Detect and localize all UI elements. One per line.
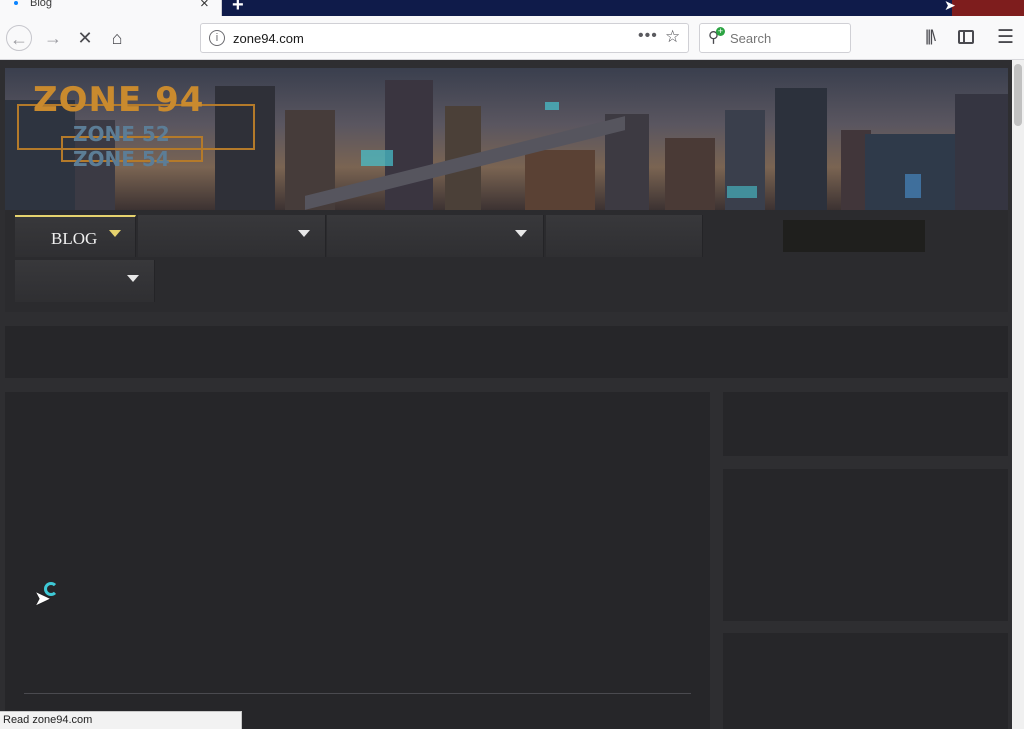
- sidebar-widget-3: [723, 633, 1008, 729]
- forward-button[interactable]: →: [40, 25, 66, 51]
- back-button[interactable]: ←: [6, 25, 32, 51]
- browser-tab[interactable]: Blog ×: [0, 0, 222, 16]
- new-tab-icon[interactable]: +: [232, 0, 244, 17]
- more-dots-icon[interactable]: •••: [638, 27, 658, 45]
- pointer-icon: ➤: [944, 0, 956, 13]
- menu-item-2[interactable]: [138, 215, 326, 257]
- hamburger-menu-icon[interactable]: ☰: [997, 26, 1014, 49]
- site-header-banner[interactable]: ZONE 94 ZONE 52 ZONE 54: [5, 68, 1008, 210]
- bookmark-star-icon[interactable]: ☆: [665, 27, 680, 47]
- sidebar-widget-1: [723, 392, 1008, 456]
- close-tab-icon[interactable]: ×: [200, 0, 209, 12]
- page-scrollbar[interactable]: [1012, 60, 1024, 729]
- site-logo-subtitle-2: ZONE 54: [73, 147, 170, 171]
- menu-item-blog[interactable]: BLOG: [15, 215, 136, 257]
- status-bar: Read zone94.com: [0, 711, 242, 729]
- forward-arrow-icon: →: [44, 28, 62, 48]
- tab-title: Blog: [30, 0, 53, 9]
- navigation-toolbar: ← → ✕ ⌂ i zone94.com ••• ☆ ⚲ + |||\ ☰: [0, 16, 1024, 60]
- chevron-down-icon: [298, 230, 310, 237]
- main-content-area: [5, 392, 710, 729]
- divider: [24, 693, 691, 694]
- chevron-down-icon: [515, 230, 527, 237]
- stop-button[interactable]: ✕: [72, 25, 98, 51]
- site-nav-menu: BLOG: [5, 210, 1008, 312]
- sidebar-icon[interactable]: [958, 30, 974, 44]
- site-logo-title[interactable]: ZONE 94: [33, 80, 204, 120]
- search-box[interactable]: ⚲ +: [699, 23, 851, 53]
- status-text: Read zone94.com: [3, 714, 93, 726]
- address-bar[interactable]: i zone94.com ••• ☆: [200, 23, 689, 53]
- sidebar-widget-2: [723, 469, 1008, 621]
- library-icon[interactable]: |||\: [925, 28, 936, 46]
- content-band: [5, 326, 1008, 378]
- window-corner: [952, 0, 1024, 16]
- loading-dot-icon: [14, 1, 18, 5]
- search-input[interactable]: [730, 29, 846, 47]
- info-icon[interactable]: i: [209, 30, 225, 46]
- stop-icon: ✕: [77, 28, 93, 48]
- mouse-cursor-icon: ➤: [34, 588, 51, 610]
- chevron-down-icon: [109, 230, 121, 237]
- home-icon: ⌂: [111, 28, 123, 48]
- page-viewport: ZONE 94 ZONE 52 ZONE 54 BLOG: [0, 60, 1012, 729]
- tab-strip: Blog × + ➤: [0, 0, 1024, 16]
- scrollbar-thumb[interactable]: [1014, 64, 1022, 126]
- menu-item-label: BLOG: [51, 229, 98, 248]
- chevron-down-icon: [127, 275, 139, 282]
- menu-item-3[interactable]: [327, 215, 544, 257]
- menu-item-4[interactable]: [546, 215, 703, 257]
- site-logo-subtitle-1: ZONE 52: [73, 122, 170, 146]
- site-search-input[interactable]: [783, 220, 925, 252]
- home-button[interactable]: ⌂: [104, 25, 130, 51]
- menu-item-5[interactable]: [15, 260, 155, 302]
- url-text[interactable]: zone94.com: [233, 31, 304, 46]
- add-search-icon: +: [716, 26, 725, 36]
- back-arrow-icon: ←: [10, 29, 28, 49]
